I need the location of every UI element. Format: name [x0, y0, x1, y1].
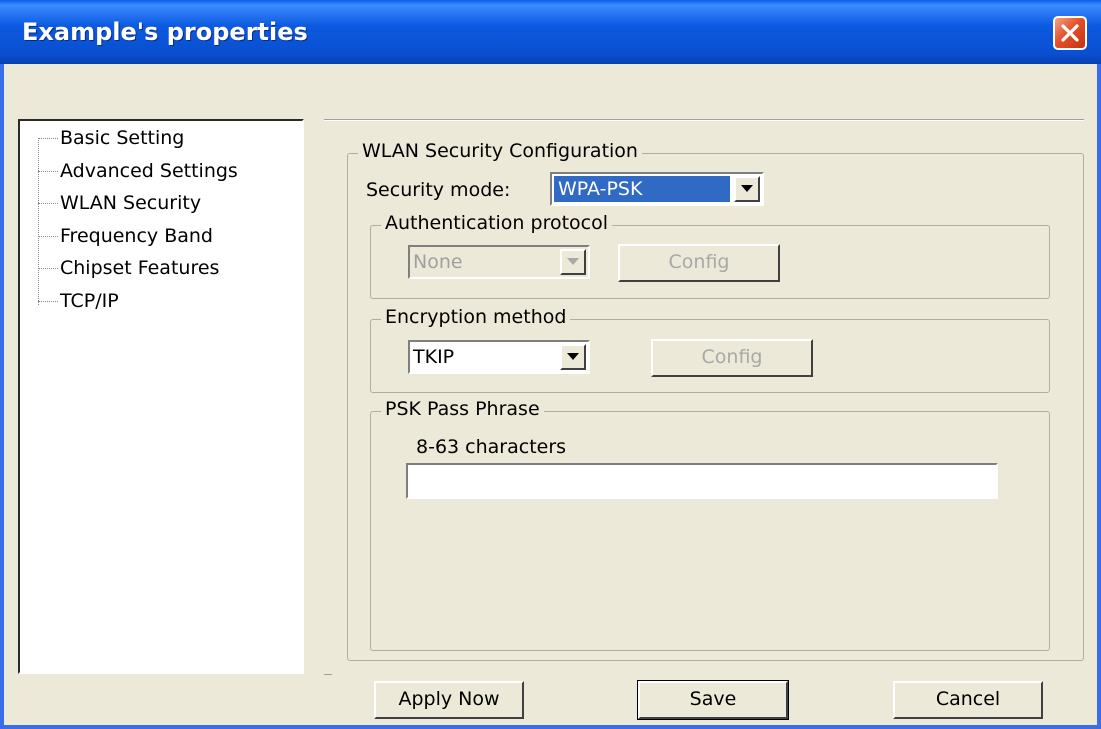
psk-pass-phrase-input[interactable]: [406, 463, 998, 499]
security-mode-value: WPA-PSK: [554, 176, 730, 202]
encryption-method-value: TKIP: [413, 346, 455, 368]
save-button[interactable]: Save: [637, 680, 789, 720]
group-title: PSK Pass Phrase: [381, 398, 544, 420]
authentication-protocol-value: None: [413, 251, 463, 273]
close-icon: [1061, 24, 1079, 42]
dialog-client-area: Basic Setting Advanced Settings WLAN Sec…: [4, 64, 1097, 725]
tree-item-label: Advanced Settings: [60, 160, 238, 182]
header-separator: [324, 119, 1084, 121]
authentication-protocol-select[interactable]: None: [408, 245, 590, 279]
tree-branch-line: [38, 171, 58, 172]
tree-item-frequency-band[interactable]: Frequency Band: [38, 222, 298, 252]
tree-item-basic-setting[interactable]: Basic Setting: [38, 124, 298, 154]
tree-branch-line: [38, 236, 58, 237]
encryption-config-button[interactable]: Config: [651, 339, 813, 377]
chevron-down-icon: [567, 258, 579, 265]
chevron-down-icon: [741, 185, 753, 192]
group-title: Encryption method: [381, 306, 571, 328]
tree-branch-line: [38, 203, 58, 204]
cancel-button[interactable]: Cancel: [893, 681, 1043, 719]
tree-item-label: TCP/IP: [60, 290, 119, 312]
security-mode-select[interactable]: WPA-PSK: [550, 172, 764, 206]
security-mode-label: Security mode:: [366, 179, 511, 201]
tree-branch-line: [38, 301, 58, 302]
group-title: Authentication protocol: [381, 212, 613, 234]
tree-item-wlan-security[interactable]: WLAN Security: [38, 189, 298, 219]
authentication-config-button[interactable]: Config: [618, 244, 780, 282]
tree-branch-line: [38, 138, 58, 139]
close-button[interactable]: [1053, 16, 1087, 50]
tree-item-label: Basic Setting: [60, 127, 185, 149]
window-title: Example's properties: [22, 18, 308, 46]
properties-window: Example's properties Basic Setting Advan…: [0, 0, 1101, 729]
security-mode-dropdown-button[interactable]: [734, 176, 760, 202]
separator-tick: [324, 674, 332, 675]
tree-item-tcp-ip[interactable]: TCP/IP: [38, 287, 298, 317]
tree-item-chipset-features[interactable]: Chipset Features: [38, 254, 298, 284]
apply-now-button[interactable]: Apply Now: [374, 681, 524, 719]
tree-item-advanced-settings[interactable]: Advanced Settings: [38, 157, 298, 187]
title-bar[interactable]: Example's properties: [0, 0, 1101, 64]
authentication-dropdown-button[interactable]: [560, 249, 586, 275]
encryption-method-select[interactable]: TKIP: [408, 340, 590, 374]
tree-branch-line: [38, 268, 58, 269]
tree-item-label: Frequency Band: [60, 225, 213, 247]
chevron-down-icon: [567, 353, 579, 360]
psk-length-hint: 8-63 characters: [416, 436, 567, 458]
encryption-dropdown-button[interactable]: [560, 344, 586, 370]
tree-item-label: WLAN Security: [60, 192, 202, 214]
tree-item-label: Chipset Features: [60, 257, 220, 279]
settings-tree[interactable]: Basic Setting Advanced Settings WLAN Sec…: [18, 119, 304, 674]
group-title: WLAN Security Configuration: [358, 140, 642, 162]
